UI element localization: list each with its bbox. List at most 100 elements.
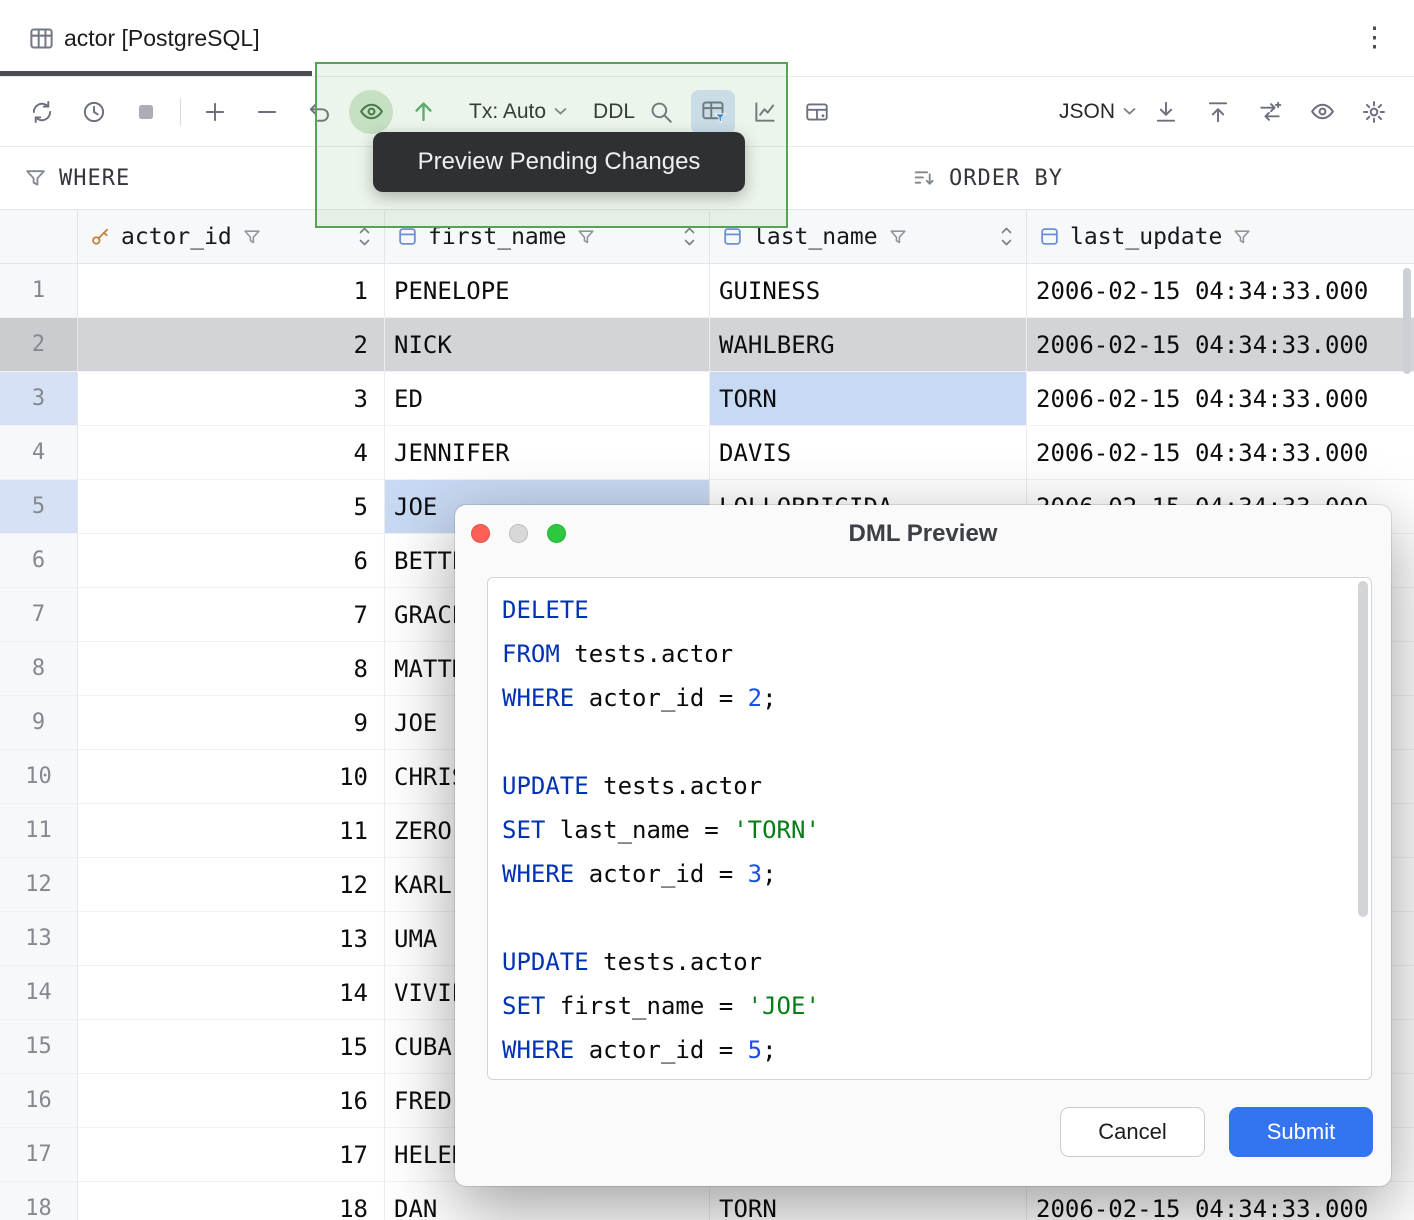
sort-arrows-icon[interactable] xyxy=(999,224,1014,249)
cell-actor-id[interactable]: 4 xyxy=(78,426,385,480)
cancel-button[interactable]: Cancel xyxy=(1060,1107,1205,1157)
cell-first-name[interactable]: ED xyxy=(385,372,710,426)
dialog-scrollbar[interactable] xyxy=(1358,581,1368,917)
cell-last-name[interactable]: WAHLBERG xyxy=(710,318,1027,372)
row-number[interactable]: 11 xyxy=(0,804,78,858)
sql-line: UPDATE tests.actor xyxy=(502,764,1371,808)
cell-last-name[interactable]: TORN xyxy=(710,372,1027,426)
where-label: WHERE xyxy=(59,166,130,191)
add-row-button[interactable] xyxy=(193,90,237,134)
row-number[interactable]: 13 xyxy=(0,912,78,966)
sort-arrows-icon[interactable] xyxy=(682,224,697,249)
row-number[interactable]: 3 xyxy=(0,372,78,426)
grid-scrollbar[interactable] xyxy=(1403,268,1411,374)
row-number[interactable]: 17 xyxy=(0,1128,78,1182)
sort-arrows-icon[interactable] xyxy=(357,224,372,249)
find-button[interactable] xyxy=(639,90,683,134)
submit-button[interactable]: Submit xyxy=(1229,1107,1373,1157)
compare-data-button[interactable] xyxy=(1248,90,1292,134)
cell-actor-id[interactable]: 6 xyxy=(78,534,385,588)
sql-line: SET last_name = 'TORN' xyxy=(502,808,1371,852)
preview-pending-changes-button[interactable] xyxy=(349,90,393,134)
cell-actor-id[interactable]: 18 xyxy=(78,1182,385,1220)
cell-last-name[interactable]: DAVIS xyxy=(710,426,1027,480)
row-number[interactable]: 18 xyxy=(0,1182,78,1220)
chart-button[interactable] xyxy=(743,90,787,134)
cell-first-name[interactable]: JENNIFER xyxy=(385,426,710,480)
where-filter-field[interactable]: WHERE xyxy=(24,166,130,191)
cell-actor-id[interactable]: 17 xyxy=(78,1128,385,1182)
cell-last-update[interactable]: 2006-02-15 04:34:33.000 xyxy=(1027,318,1414,372)
row-number[interactable]: 7 xyxy=(0,588,78,642)
kebab-menu-icon[interactable]: ⋮ xyxy=(1361,22,1388,53)
cell-last-update[interactable]: 2006-02-15 04:34:33.000 xyxy=(1027,1182,1414,1220)
column-filter-icon[interactable] xyxy=(576,227,596,247)
submit-changes-button[interactable] xyxy=(401,90,445,134)
filter-funnel-icon xyxy=(24,167,47,190)
export-format-dropdown[interactable]: JSON xyxy=(1059,100,1136,124)
row-number[interactable]: 4 xyxy=(0,426,78,480)
corner-cell[interactable] xyxy=(0,210,78,263)
data-views-button[interactable] xyxy=(1300,90,1344,134)
cell-actor-id[interactable]: 5 xyxy=(78,480,385,534)
row-number[interactable]: 1 xyxy=(0,264,78,318)
cell-actor-id[interactable]: 14 xyxy=(78,966,385,1020)
sql-line: WHERE actor_id = 2; xyxy=(502,676,1371,720)
export-data-button[interactable] xyxy=(1196,90,1240,134)
row-number[interactable]: 14 xyxy=(0,966,78,1020)
row-number[interactable]: 10 xyxy=(0,750,78,804)
column-header-actor_id[interactable]: actor_id xyxy=(78,210,385,263)
table-settings-icon xyxy=(804,99,830,125)
cell-actor-id[interactable]: 12 xyxy=(78,858,385,912)
cell-actor-id[interactable]: 2 xyxy=(78,318,385,372)
cell-actor-id[interactable]: 13 xyxy=(78,912,385,966)
order-by-field[interactable]: ORDER BY xyxy=(912,166,1063,191)
cell-actor-id[interactable]: 15 xyxy=(78,1020,385,1074)
cell-last-update[interactable]: 2006-02-15 04:34:33.000 xyxy=(1027,426,1414,480)
refresh-button[interactable] xyxy=(20,90,64,134)
column-filter-icon[interactable] xyxy=(242,227,262,247)
history-button[interactable] xyxy=(72,90,116,134)
table-row: 22NICKWAHLBERG2006-02-15 04:34:33.000 xyxy=(0,318,1414,372)
column-header-first_name[interactable]: first_name xyxy=(385,210,710,263)
delete-row-button[interactable] xyxy=(245,90,289,134)
column-filter-icon[interactable] xyxy=(1232,227,1252,247)
ddl-button[interactable]: DDL xyxy=(593,100,635,124)
column-filter-icon[interactable] xyxy=(888,227,908,247)
cell-last-update[interactable]: 2006-02-15 04:34:33.000 xyxy=(1027,372,1414,426)
settings-button[interactable] xyxy=(1352,90,1396,134)
cell-last-name[interactable]: GUINESS xyxy=(710,264,1027,318)
column-header-last_name[interactable]: last_name xyxy=(710,210,1027,263)
revert-changes-button[interactable] xyxy=(297,90,341,134)
row-number[interactable]: 2 xyxy=(0,318,78,372)
cell-actor-id[interactable]: 11 xyxy=(78,804,385,858)
column-header-last_update[interactable]: last_update xyxy=(1027,210,1414,263)
row-number[interactable]: 6 xyxy=(0,534,78,588)
row-number[interactable]: 5 xyxy=(0,480,78,534)
table-view-options-button[interactable] xyxy=(795,90,839,134)
cell-first-name[interactable]: DAN xyxy=(385,1182,710,1220)
row-number[interactable]: 12 xyxy=(0,858,78,912)
row-number[interactable]: 9 xyxy=(0,696,78,750)
cell-last-name[interactable]: TORN xyxy=(710,1182,1027,1220)
dialog-title: DML Preview xyxy=(455,505,1391,563)
tx-mode-dropdown[interactable]: Tx: Auto xyxy=(469,100,567,124)
row-number[interactable]: 8 xyxy=(0,642,78,696)
filter-rows-toggle[interactable] xyxy=(691,90,735,134)
cell-first-name[interactable]: PENELOPE xyxy=(385,264,710,318)
cell-actor-id[interactable]: 7 xyxy=(78,588,385,642)
cell-actor-id[interactable]: 3 xyxy=(78,372,385,426)
cell-actor-id[interactable]: 10 xyxy=(78,750,385,804)
cell-actor-id[interactable]: 16 xyxy=(78,1074,385,1128)
cell-last-update[interactable]: 2006-02-15 04:34:33.000 xyxy=(1027,264,1414,318)
sql-line: FROM tests.actor xyxy=(502,632,1371,676)
stop-button[interactable] xyxy=(124,90,168,134)
cell-actor-id[interactable]: 8 xyxy=(78,642,385,696)
row-number[interactable]: 16 xyxy=(0,1074,78,1128)
row-number[interactable]: 15 xyxy=(0,1020,78,1074)
cell-actor-id[interactable]: 9 xyxy=(78,696,385,750)
up-arrow-icon xyxy=(410,98,437,125)
cell-first-name[interactable]: NICK xyxy=(385,318,710,372)
cell-actor-id[interactable]: 1 xyxy=(78,264,385,318)
import-data-button[interactable] xyxy=(1144,90,1188,134)
